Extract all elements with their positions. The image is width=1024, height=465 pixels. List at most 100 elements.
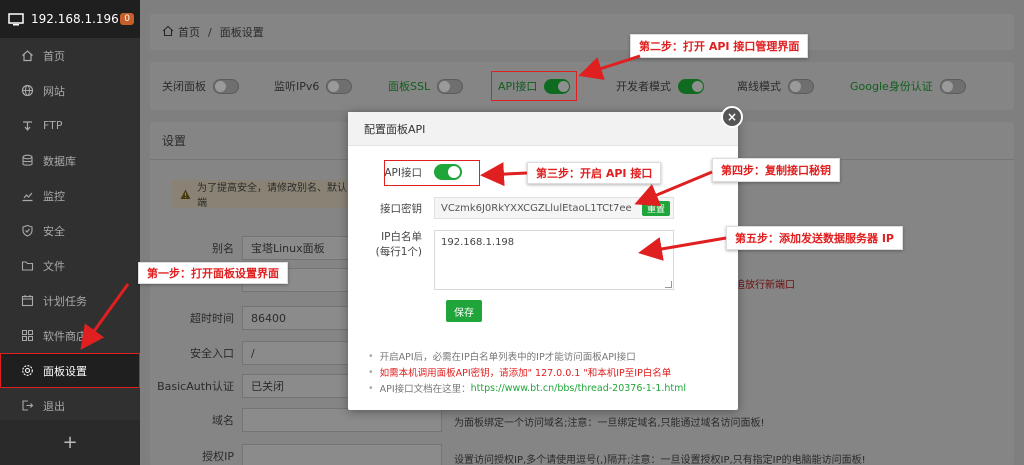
toggle-label: 离线模式 <box>737 80 781 93</box>
auth-ip-input[interactable] <box>242 444 442 465</box>
sidebar-item-panel-settings[interactable]: 面板设置 <box>0 353 140 388</box>
toggle-dev-mode[interactable]: 开发者模式 <box>616 78 704 94</box>
home-icon <box>20 49 34 63</box>
field-auth-ip: 授权IP <box>150 444 442 465</box>
sidebar-item-home[interactable]: 首页 <box>0 38 140 73</box>
sidebar-item-store[interactable]: 软件商店 <box>0 318 140 353</box>
ip-whitelist-label: IP白名单 (每行1个) <box>348 230 434 260</box>
sidebar-item-website[interactable]: 网站 <box>0 73 140 108</box>
toggle-label: Google身份认证 <box>850 80 933 93</box>
ip-whitelist-row: IP白名单 (每行1个) 192.168.1.198 <box>348 230 674 290</box>
sidebar-item-database[interactable]: 数据库 <box>0 143 140 178</box>
sidebar-item-label: 面板设置 <box>43 364 87 378</box>
api-toggle-row: API接口 <box>348 164 462 180</box>
monitor-chart-icon <box>20 189 34 203</box>
toggle-api[interactable]: API接口 <box>490 71 578 101</box>
field-label: BasicAuth认证 <box>157 380 234 393</box>
toggle-label: 监听IPv6 <box>274 80 320 93</box>
home-icon <box>162 25 174 40</box>
doc-prefix: API接口文档在这里： <box>379 384 471 395</box>
toggle-label: 开发者模式 <box>616 80 671 93</box>
ftp-icon <box>20 119 34 133</box>
switch[interactable] <box>544 78 571 94</box>
breadcrumb-current: 面板设置 <box>219 26 264 39</box>
switch[interactable] <box>437 78 464 94</box>
switch[interactable] <box>788 78 814 94</box>
note-item: API接口文档在这里： https://www.bt.cn/bbs/thread… <box>368 380 686 396</box>
gear-icon <box>20 364 34 378</box>
warning-icon <box>180 189 191 200</box>
api-label: API接口 <box>384 166 422 179</box>
ip-label-line1: IP白名单 <box>381 231 422 243</box>
api-key-field[interactable]: VCzmk6J0RkYXXCGZLlulEtaoL1TCt7ee 重置 <box>434 197 674 219</box>
sidebar-item-logout[interactable]: 退出 <box>0 388 140 423</box>
doc-link[interactable]: https://www.bt.cn/bbs/thread-20376-1-1.h… <box>471 383 686 394</box>
toggle-close-panel[interactable]: 关闭面板 <box>162 78 239 94</box>
toggle-ipv6[interactable]: 监听IPv6 <box>274 78 353 94</box>
switch[interactable] <box>213 78 239 94</box>
ip-label-line2: (每行1个) <box>375 246 422 258</box>
close-icon[interactable]: × <box>721 106 743 128</box>
field-label: 安全入口 <box>190 347 234 360</box>
notification-badge[interactable]: 0 <box>120 13 134 25</box>
breadcrumb-home[interactable]: 首页 <box>178 24 200 40</box>
globe-icon <box>20 84 34 98</box>
field-label: 超时时间 <box>190 312 234 325</box>
port-hint: 追放行新端口 <box>735 280 795 291</box>
sidebar-item-label: 安全 <box>43 224 65 238</box>
warning-banner: 为了提高安全，请修改别名、默认端 <box>172 180 352 209</box>
toggle-label: 面板SSL <box>388 80 431 93</box>
sidebar-item-security[interactable]: 安全 <box>0 213 140 248</box>
domain-hint: 为面板绑定一个访问域名;注意：一旦绑定域名,只能通过域名访问面板! <box>454 418 765 429</box>
step5-callout: 第五步：添加发送数据服务器 IP <box>726 226 903 250</box>
sidebar-item-tasks[interactable]: 计划任务 <box>0 283 140 318</box>
field-domain: 域名 <box>150 408 442 432</box>
grid-icon <box>20 329 34 343</box>
api-key-value: VCzmk6J0RkYXXCGZLlulEtaoL1TCt7ee <box>441 202 632 214</box>
monitor-icon <box>8 12 25 26</box>
step3-callout: 第三步：开启 API 接口 <box>527 162 662 184</box>
domain-input[interactable] <box>242 408 442 432</box>
field-label: 域名 <box>212 414 234 427</box>
sidebar-item-label: 监控 <box>43 189 65 203</box>
dialog-title: 配置面板API <box>348 112 738 146</box>
sidebar-item-ftp[interactable]: FTP <box>0 108 140 143</box>
dialog-notes: 开启API后，必需在IP白名单列表中的IP才能访问面板API接口 如需本机调用面… <box>368 348 686 396</box>
field-label: 别名 <box>212 242 234 255</box>
save-button[interactable]: 保存 <box>446 300 482 322</box>
toggle-google-auth[interactable]: Google身份认证 <box>850 78 966 94</box>
toggle-label: 关闭面板 <box>162 80 206 93</box>
folder-icon <box>20 259 34 273</box>
sidebar-item-label: 文件 <box>43 259 65 273</box>
breadcrumb: 首页 / 面板设置 <box>150 14 1014 50</box>
key-label: 接口密钥 <box>380 202 422 215</box>
toggle-bar: 关闭面板 监听IPv6 面板SSL API接口 开发者模式 离线模式 Googl… <box>150 62 1014 110</box>
calendar-icon <box>20 294 34 308</box>
server-header[interactable]: 192.168.1.196 0 <box>0 0 140 38</box>
note-item: 如需本机调用面板API密钥，请添加" 127.0.0.1 "和本机IP至IP白名… <box>368 364 686 380</box>
sidebar-item-files[interactable]: 文件 <box>0 248 140 283</box>
ip-whitelist-textarea[interactable]: 192.168.1.198 <box>434 230 674 290</box>
api-config-dialog: 配置面板API × API接口 接口密钥 VCzmk6J0RkYXXCGZLlu… <box>348 106 743 410</box>
logout-icon <box>20 399 34 413</box>
switch[interactable] <box>326 78 353 94</box>
api-switch[interactable] <box>434 164 462 180</box>
toggle-ssl[interactable]: 面板SSL <box>388 78 464 94</box>
sidebar-menu: 首页 网站 FTP 数据库 监控 安全 文件 计划任务 软件商店 面板设置 退出 <box>0 38 140 423</box>
add-button[interactable]: + <box>0 420 140 465</box>
toggle-label: API接口 <box>498 80 538 93</box>
reset-key-button[interactable]: 重置 <box>641 201 670 216</box>
sidebar-item-monitor[interactable]: 监控 <box>0 178 140 213</box>
switch[interactable] <box>678 78 704 94</box>
sidebar-item-label: 首页 <box>43 49 65 63</box>
server-ip: 192.168.1.196 <box>31 12 119 26</box>
step1-callout: 第一步：打开面板设置界面 <box>138 262 288 284</box>
switch[interactable] <box>939 78 966 94</box>
sidebar-item-label: 计划任务 <box>43 294 87 308</box>
toggle-offline[interactable]: 离线模式 <box>737 78 814 94</box>
breadcrumb-separator: / <box>208 25 212 39</box>
warning-text: 为了提高安全，请修改别名、默认端 <box>197 183 347 209</box>
step2-callout: 第二步：打开 API 接口管理界面 <box>630 34 809 58</box>
note-item: 开启API后，必需在IP白名单列表中的IP才能访问面板API接口 <box>368 348 686 364</box>
api-key-row: 接口密钥 VCzmk6J0RkYXXCGZLlulEtaoL1TCt7ee 重置 <box>348 197 674 219</box>
